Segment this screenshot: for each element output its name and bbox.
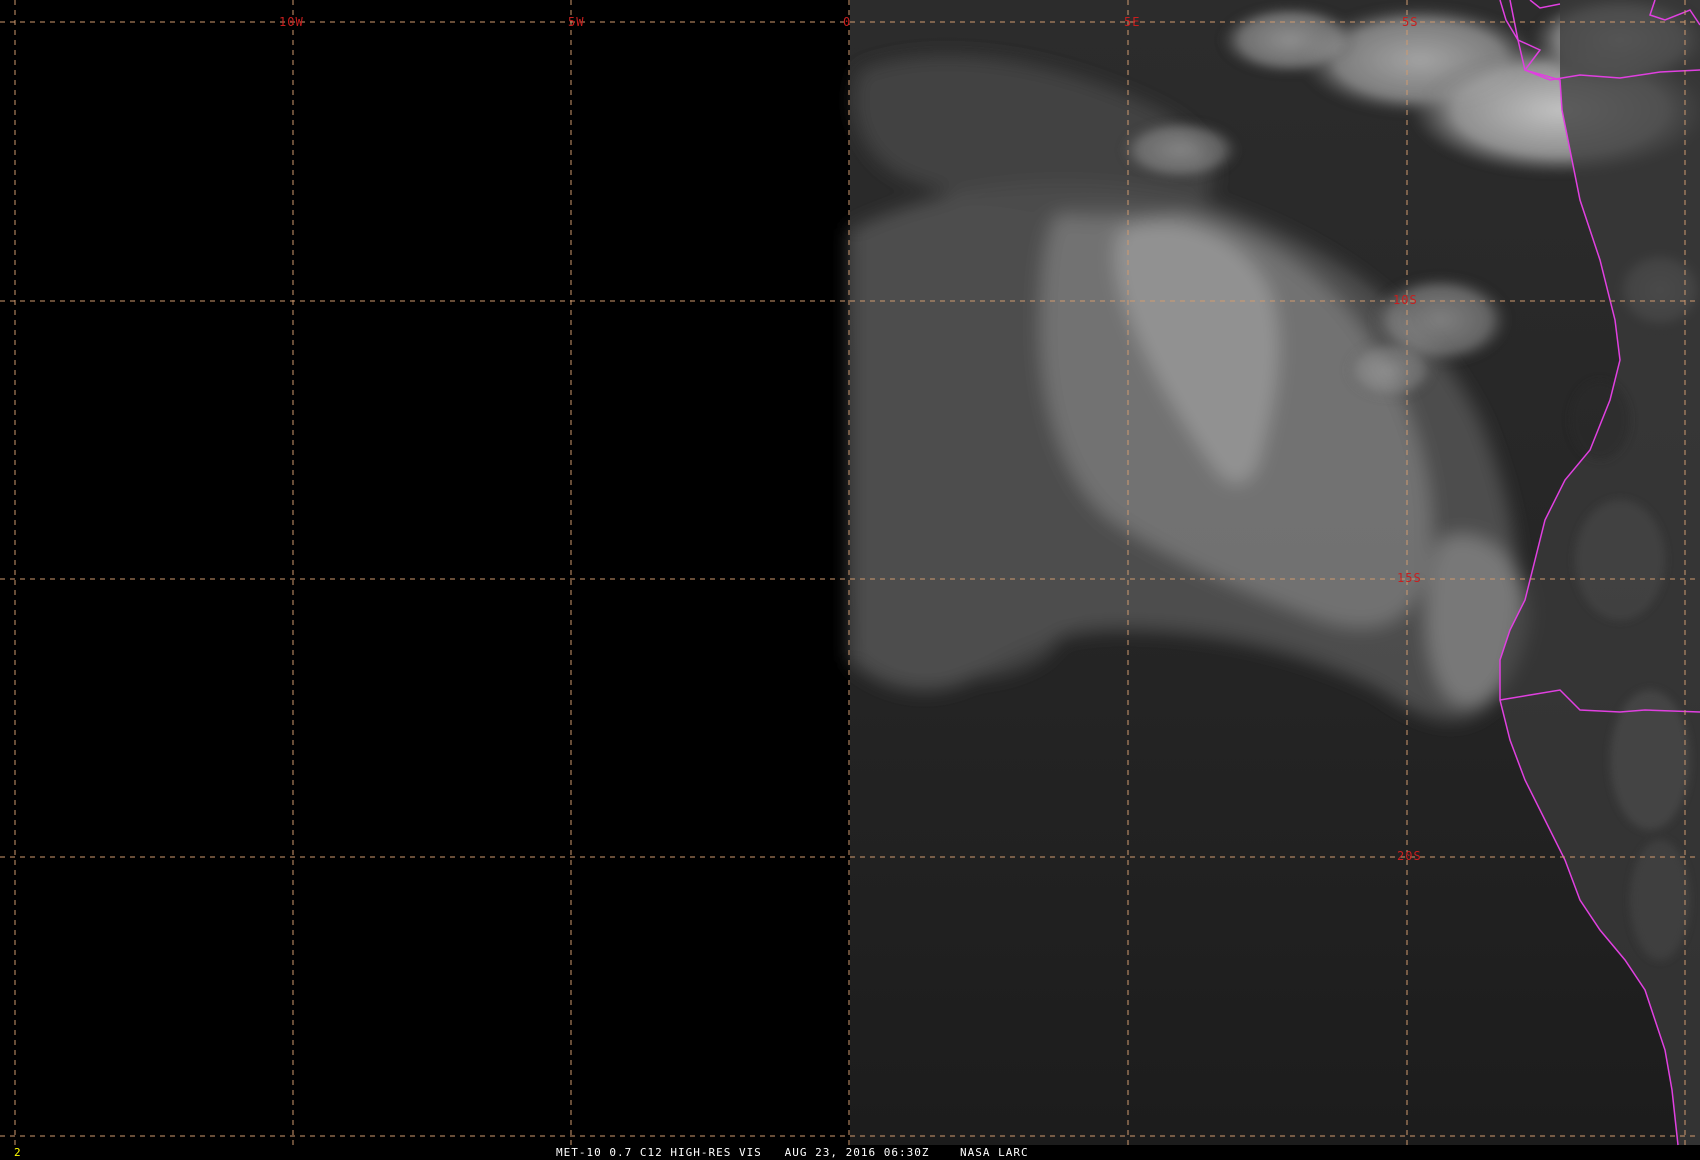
satellite-map-view: 10W 5W 0 5E 5S 10S 15S 20S <box>0 0 1700 1146</box>
lat-label-20s: 20S <box>1397 849 1422 863</box>
image-caption-bar: 2 MET-10 0.7 C12 HIGH-RES VIS AUG 23, 20… <box>0 1145 1700 1160</box>
lat-label-5s: 5S <box>1402 15 1418 29</box>
image-caption: MET-10 0.7 C12 HIGH-RES VIS AUG 23, 2016… <box>556 1146 1029 1159</box>
lon-label-5w: 5W <box>568 15 584 29</box>
lat-label-15s: 15S <box>1397 571 1422 585</box>
frame-number: 2 <box>14 1146 22 1159</box>
lon-label-10w: 10W <box>279 15 304 29</box>
no-data-region <box>0 0 850 1145</box>
lat-label-10s: 10S <box>1393 293 1418 307</box>
lon-label-5e: 5E <box>1124 15 1140 29</box>
lon-label-0: 0 <box>843 15 851 29</box>
